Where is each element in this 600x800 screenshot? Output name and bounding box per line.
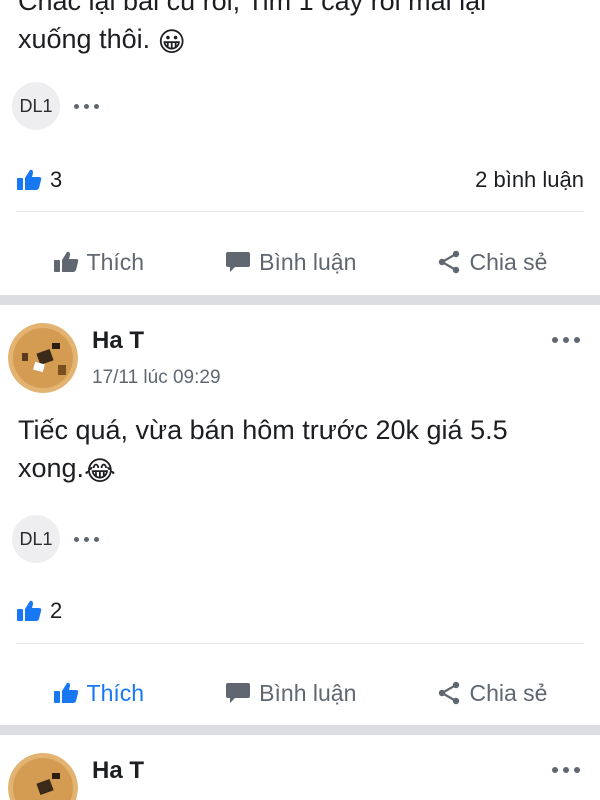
author-name[interactable]: Ha T <box>92 327 221 355</box>
post-timestamp[interactable]: 17/11 lúc 09:29 <box>92 367 221 389</box>
post-separator <box>0 295 600 305</box>
comment-button-label: Bình luận <box>259 248 357 275</box>
post-1-tag-row: DL1 <box>0 82 99 130</box>
post-2-header: Ha T 17/11 lúc 09:29 <box>0 305 600 393</box>
comment-icon <box>226 252 251 272</box>
post-1: Chắc lại bài cũ rồi, Tim 1 cây rồi mai l… <box>0 0 600 295</box>
thumbs-up-icon <box>53 682 78 703</box>
post-1-stats: 3 2 bình luận <box>0 160 600 200</box>
comment-button[interactable]: Bình luận <box>225 680 356 707</box>
avatar[interactable] <box>8 323 78 393</box>
like-button[interactable]: Thích <box>53 679 145 707</box>
thumbs-up-icon <box>17 600 42 621</box>
post-2-tag-row: DL1 <box>0 515 99 563</box>
grinning-emoji: 😀 <box>157 27 186 57</box>
post-1-actions: Thích Bình luận Chia sẻ <box>0 232 600 292</box>
more-dots-icon[interactable] <box>74 103 99 109</box>
avatar-image <box>8 323 78 393</box>
more-options-icon[interactable] <box>552 337 580 343</box>
post-1-text-line2: xuống thôi. <box>18 24 151 54</box>
like-count[interactable]: 3 <box>16 167 62 193</box>
share-button-label: Chia sẻ <box>469 248 548 275</box>
avatar-image <box>8 753 78 800</box>
share-icon <box>439 250 460 274</box>
like-button-label: Thích <box>86 679 145 706</box>
comment-button[interactable]: Bình luận <box>225 249 356 276</box>
author-block: Ha T <box>92 753 144 785</box>
like-count[interactable]: 2 <box>16 598 62 624</box>
like-button[interactable]: Thích <box>53 248 145 276</box>
post-2-stats: 2 <box>0 591 600 631</box>
tag-pill-dl1[interactable]: DL1 <box>12 515 60 563</box>
author-block: Ha T 17/11 lúc 09:29 <box>92 323 221 389</box>
divider <box>16 643 584 644</box>
like-button-label: Thích <box>86 248 145 275</box>
tag-pill-dl1[interactable]: DL1 <box>12 82 60 130</box>
share-button-label: Chia sẻ <box>469 679 548 706</box>
thumbs-up-icon <box>53 251 78 272</box>
share-button[interactable]: Chia sẻ <box>437 680 547 707</box>
like-count-value: 3 <box>50 167 63 192</box>
comment-count[interactable]: 2 bình luận <box>475 167 584 193</box>
divider <box>16 211 584 212</box>
share-icon <box>439 681 460 705</box>
post-1-text-partial: Chắc lại bài cũ rồi, Tim 1 cây rồi mai l… <box>18 0 487 16</box>
thumbs-up-icon <box>17 169 42 190</box>
tears-of-joy-emoji: 😂 <box>84 456 116 486</box>
post-1-text: Chắc lại bài cũ rồi, Tim 1 cây rồi mai l… <box>0 0 600 58</box>
comment-icon <box>226 683 251 703</box>
post-3: Ha T <box>0 735 600 800</box>
like-count-value: 2 <box>50 598 63 623</box>
more-dots-icon[interactable] <box>74 536 99 542</box>
share-button[interactable]: Chia sẻ <box>437 249 547 276</box>
post-2-actions: Thích Bình luận Chia sẻ <box>0 663 600 723</box>
author-name[interactable]: Ha T <box>92 757 144 785</box>
post-2-text: Tiếc quá, vừa bán hôm trước 20k giá 5.5 … <box>0 411 596 490</box>
post-3-header: Ha T <box>0 735 600 800</box>
comment-button-label: Bình luận <box>259 679 357 706</box>
post-2: Ha T 17/11 lúc 09:29 Tiếc quá, vừa bán h… <box>0 305 600 725</box>
post-separator <box>0 725 600 735</box>
more-options-icon[interactable] <box>552 767 580 773</box>
avatar[interactable] <box>8 753 78 800</box>
